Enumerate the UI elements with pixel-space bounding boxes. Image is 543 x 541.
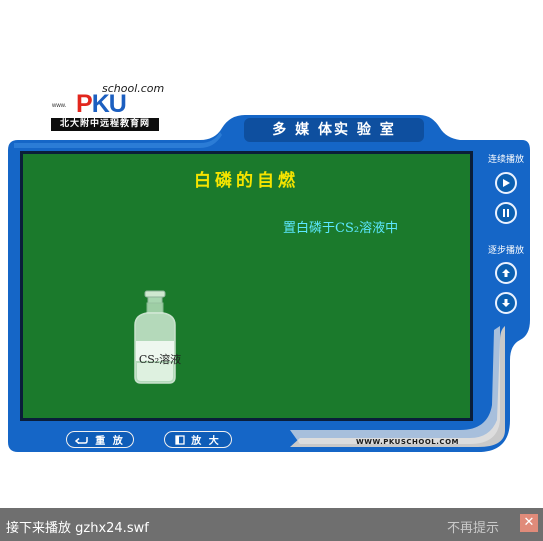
pku-logo: school.com www. PKU 北大附中远程教育网 [48,82,164,134]
next-play-bar: 接下来播放 gzhx24.swf 不再提示 [0,508,543,541]
zoom-button[interactable]: 放 大 [164,431,232,448]
lab-title: 多 媒 体实 验 室 [272,122,396,138]
replay-label: 重 放 [95,436,125,447]
dismiss-link[interactable]: 不再提示 [447,517,499,536]
site-url-text: WWW.PKUSCHOOL.COM [356,438,459,446]
replay-icon [75,437,88,444]
close-icon[interactable]: ✕ [520,514,538,532]
replay-button[interactable]: 重 放 [66,431,134,448]
pause-button[interactable] [495,202,517,224]
logo-bar-text: 北大附中远程教育网 [51,118,159,131]
logo-www-text: www. [52,103,67,109]
logo-pku-text: PKU [76,90,127,118]
step-up-button[interactable] [495,262,517,284]
experiment-step-text: 置白磷于CS₂溶液中 [283,221,399,236]
play-icon [503,179,510,187]
step-up-icon [502,269,510,277]
continuous-play-label: 连续播放 [487,155,524,165]
play-button[interactable] [495,172,517,194]
step-down-button[interactable] [495,292,517,314]
bottle-label: CS₂溶液 [138,353,182,366]
experiment-stage: 白磷的自燃 置白磷于CS₂溶液中 CS₂溶液 [20,151,473,421]
reagent-bottle-icon [134,290,176,384]
step-play-label: 逐步播放 [487,246,524,256]
zoom-icon [175,434,185,445]
experiment-title: 白磷的自燃 [194,171,299,191]
step-down-icon [502,299,510,307]
zoom-label: 放 大 [191,436,221,447]
next-play-label: 接下来播放 gzhx24.swf [6,521,149,536]
pause-icon [503,209,509,217]
